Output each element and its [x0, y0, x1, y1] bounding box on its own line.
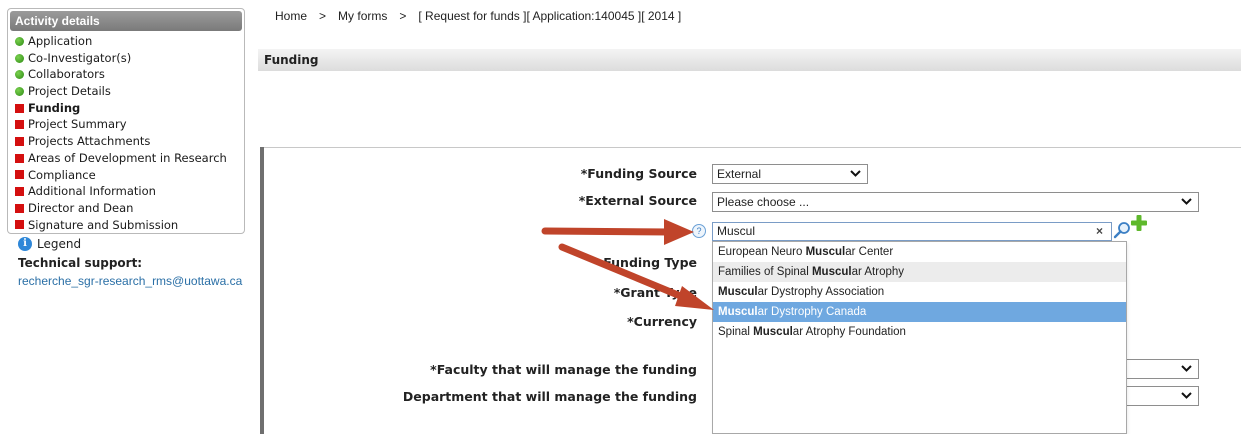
option-match: Muscul	[718, 286, 758, 298]
sidebar-item-label: Areas of Development in Research	[28, 150, 227, 165]
chevron-down-icon	[1181, 365, 1192, 372]
funding-source-label: *Funding Source	[580, 166, 697, 181]
sidebar-item-label: Application	[28, 34, 93, 48]
sidebar-item-application[interactable]: Application	[15, 33, 244, 50]
red-square-icon	[15, 170, 24, 180]
funding-source-value: External	[717, 167, 762, 181]
red-square-icon	[15, 153, 24, 163]
sidebar-item-director-and-dean[interactable]: Director and Dean	[15, 200, 244, 217]
activity-sidebar: Activity details Application Co-Investiga…	[7, 8, 245, 234]
option-text: Families of Spinal	[718, 266, 812, 278]
faculty-label: *Faculty that will manage the funding	[430, 362, 697, 377]
external-source-select[interactable]: Please choose ...	[712, 192, 1199, 212]
tech-support-label: Technical support:	[18, 256, 143, 270]
red-square-icon	[15, 120, 24, 130]
panel-divider	[264, 147, 1241, 148]
option-match: Muscul	[805, 246, 846, 258]
help-icon[interactable]: ?	[692, 224, 706, 238]
red-square-icon	[15, 203, 24, 213]
dropdown-option[interactable]: Muscular Dystrophy Canada	[713, 302, 1126, 322]
sidebar-item-areas-of-development-in-research[interactable]: Areas of Development in Research	[15, 150, 244, 167]
breadcrumb-current: [ Request for funds ][ Application:14004…	[418, 9, 682, 23]
sidebar-header: Activity details	[10, 11, 242, 31]
sidebar-item-label: Director and Dean	[28, 200, 134, 215]
dropdown-option[interactable]: Spinal Muscular Atrophy Foundation	[713, 322, 1126, 342]
funding-type-label: Funding Type	[603, 255, 697, 270]
section-title: Funding	[258, 49, 1241, 71]
sidebar-list: Application Co-Investigator(s) Collaborato…	[8, 33, 244, 233]
option-text: ar Center	[845, 246, 894, 258]
grant-type-label: *Grant Type	[613, 285, 697, 300]
sidebar-item-label: Compliance	[28, 167, 96, 182]
panel-border	[260, 147, 264, 434]
option-text: ar Atrophy Foundation	[792, 326, 906, 338]
sidebar-item-signature-and-submission[interactable]: Signature and Submission	[15, 217, 244, 234]
sidebar-item-project-summary[interactable]: Project Summary	[15, 116, 244, 133]
sidebar-item-funding[interactable]: Funding	[15, 100, 244, 117]
green-dot-icon	[15, 53, 24, 63]
option-match: Muscul	[811, 266, 852, 278]
tech-support-email[interactable]: recherche_sgr-research_rms@uottawa.ca	[18, 274, 242, 288]
sidebar-item-project-details[interactable]: Project Details	[15, 83, 244, 100]
sidebar-item-projects-attachments[interactable]: Projects Attachments	[15, 133, 244, 150]
sidebar-item-additional-information[interactable]: Additional Information	[15, 183, 244, 200]
info-icon: i	[18, 237, 32, 251]
sidebar-item-label: Additional Information	[28, 184, 156, 199]
sidebar-item-compliance[interactable]: Compliance	[15, 167, 244, 184]
option-text: ar Dystrophy Canada	[757, 306, 867, 318]
external-source-value: Please choose ...	[717, 195, 810, 209]
autocomplete-dropdown: European Neuro Muscular Center Families o…	[712, 241, 1127, 434]
breadcrumb-separator: >	[319, 9, 327, 23]
breadcrumb-my-forms[interactable]: My forms	[338, 9, 387, 23]
dropdown-option[interactable]: Families of Spinal Muscular Atrophy	[713, 262, 1126, 282]
option-text: ar Dystrophy Association	[757, 286, 885, 298]
red-square-icon	[15, 187, 24, 197]
red-square-icon	[15, 136, 24, 146]
sidebar-item-label: Funding	[28, 100, 81, 115]
sidebar-item-co-investigator-s[interactable]: Co-Investigator(s)	[15, 50, 244, 67]
sidebar-item-label: Project Summary	[28, 117, 127, 132]
legend-label: Legend	[37, 237, 82, 251]
sidebar-item-label: Collaborators	[28, 67, 105, 82]
green-dot-icon	[15, 70, 24, 80]
plus-icon[interactable]	[1130, 214, 1148, 232]
red-square-icon	[15, 103, 24, 113]
green-dot-icon	[15, 86, 24, 96]
sidebar-item-label: Project Details	[28, 84, 111, 99]
red-square-icon	[15, 220, 24, 230]
chevron-down-icon	[1181, 392, 1192, 399]
currency-label: *Currency	[627, 314, 697, 329]
funding-source-select[interactable]: External	[712, 164, 868, 184]
sidebar-item-label: Signature and Submission	[28, 217, 179, 232]
sidebar-item-collaborators[interactable]: Collaborators	[15, 66, 244, 83]
option-text: European Neuro	[718, 246, 806, 258]
breadcrumb-separator: >	[399, 9, 407, 23]
search-input-value: Muscul	[717, 224, 756, 238]
dropdown-option[interactable]: European Neuro Muscular Center	[713, 242, 1126, 262]
sidebar-item-label: Co-Investigator(s)	[28, 50, 132, 65]
option-text: ar Atrophy	[851, 266, 905, 278]
breadcrumb: Home > My forms > [ Request for funds ][…	[275, 9, 681, 23]
option-match: Muscul	[718, 306, 758, 318]
magnifier-icon[interactable]	[1112, 220, 1132, 240]
sidebar-item-label: Projects Attachments	[28, 134, 151, 149]
breadcrumb-home[interactable]: Home	[275, 9, 307, 23]
option-text: Spinal	[718, 326, 754, 338]
close-icon[interactable]: ×	[1096, 223, 1103, 240]
department-label: Department that will manage the funding	[402, 389, 697, 404]
chevron-down-icon	[1181, 198, 1192, 205]
external-source-search-input[interactable]: Muscul ×	[712, 222, 1112, 241]
dropdown-option[interactable]: Muscular Dystrophy Association	[713, 282, 1126, 302]
green-dot-icon	[15, 36, 24, 46]
external-source-label: *External Source	[578, 193, 697, 208]
option-match: Muscul	[753, 326, 793, 338]
chevron-down-icon	[850, 170, 861, 177]
legend-link[interactable]: i Legend	[18, 237, 81, 251]
